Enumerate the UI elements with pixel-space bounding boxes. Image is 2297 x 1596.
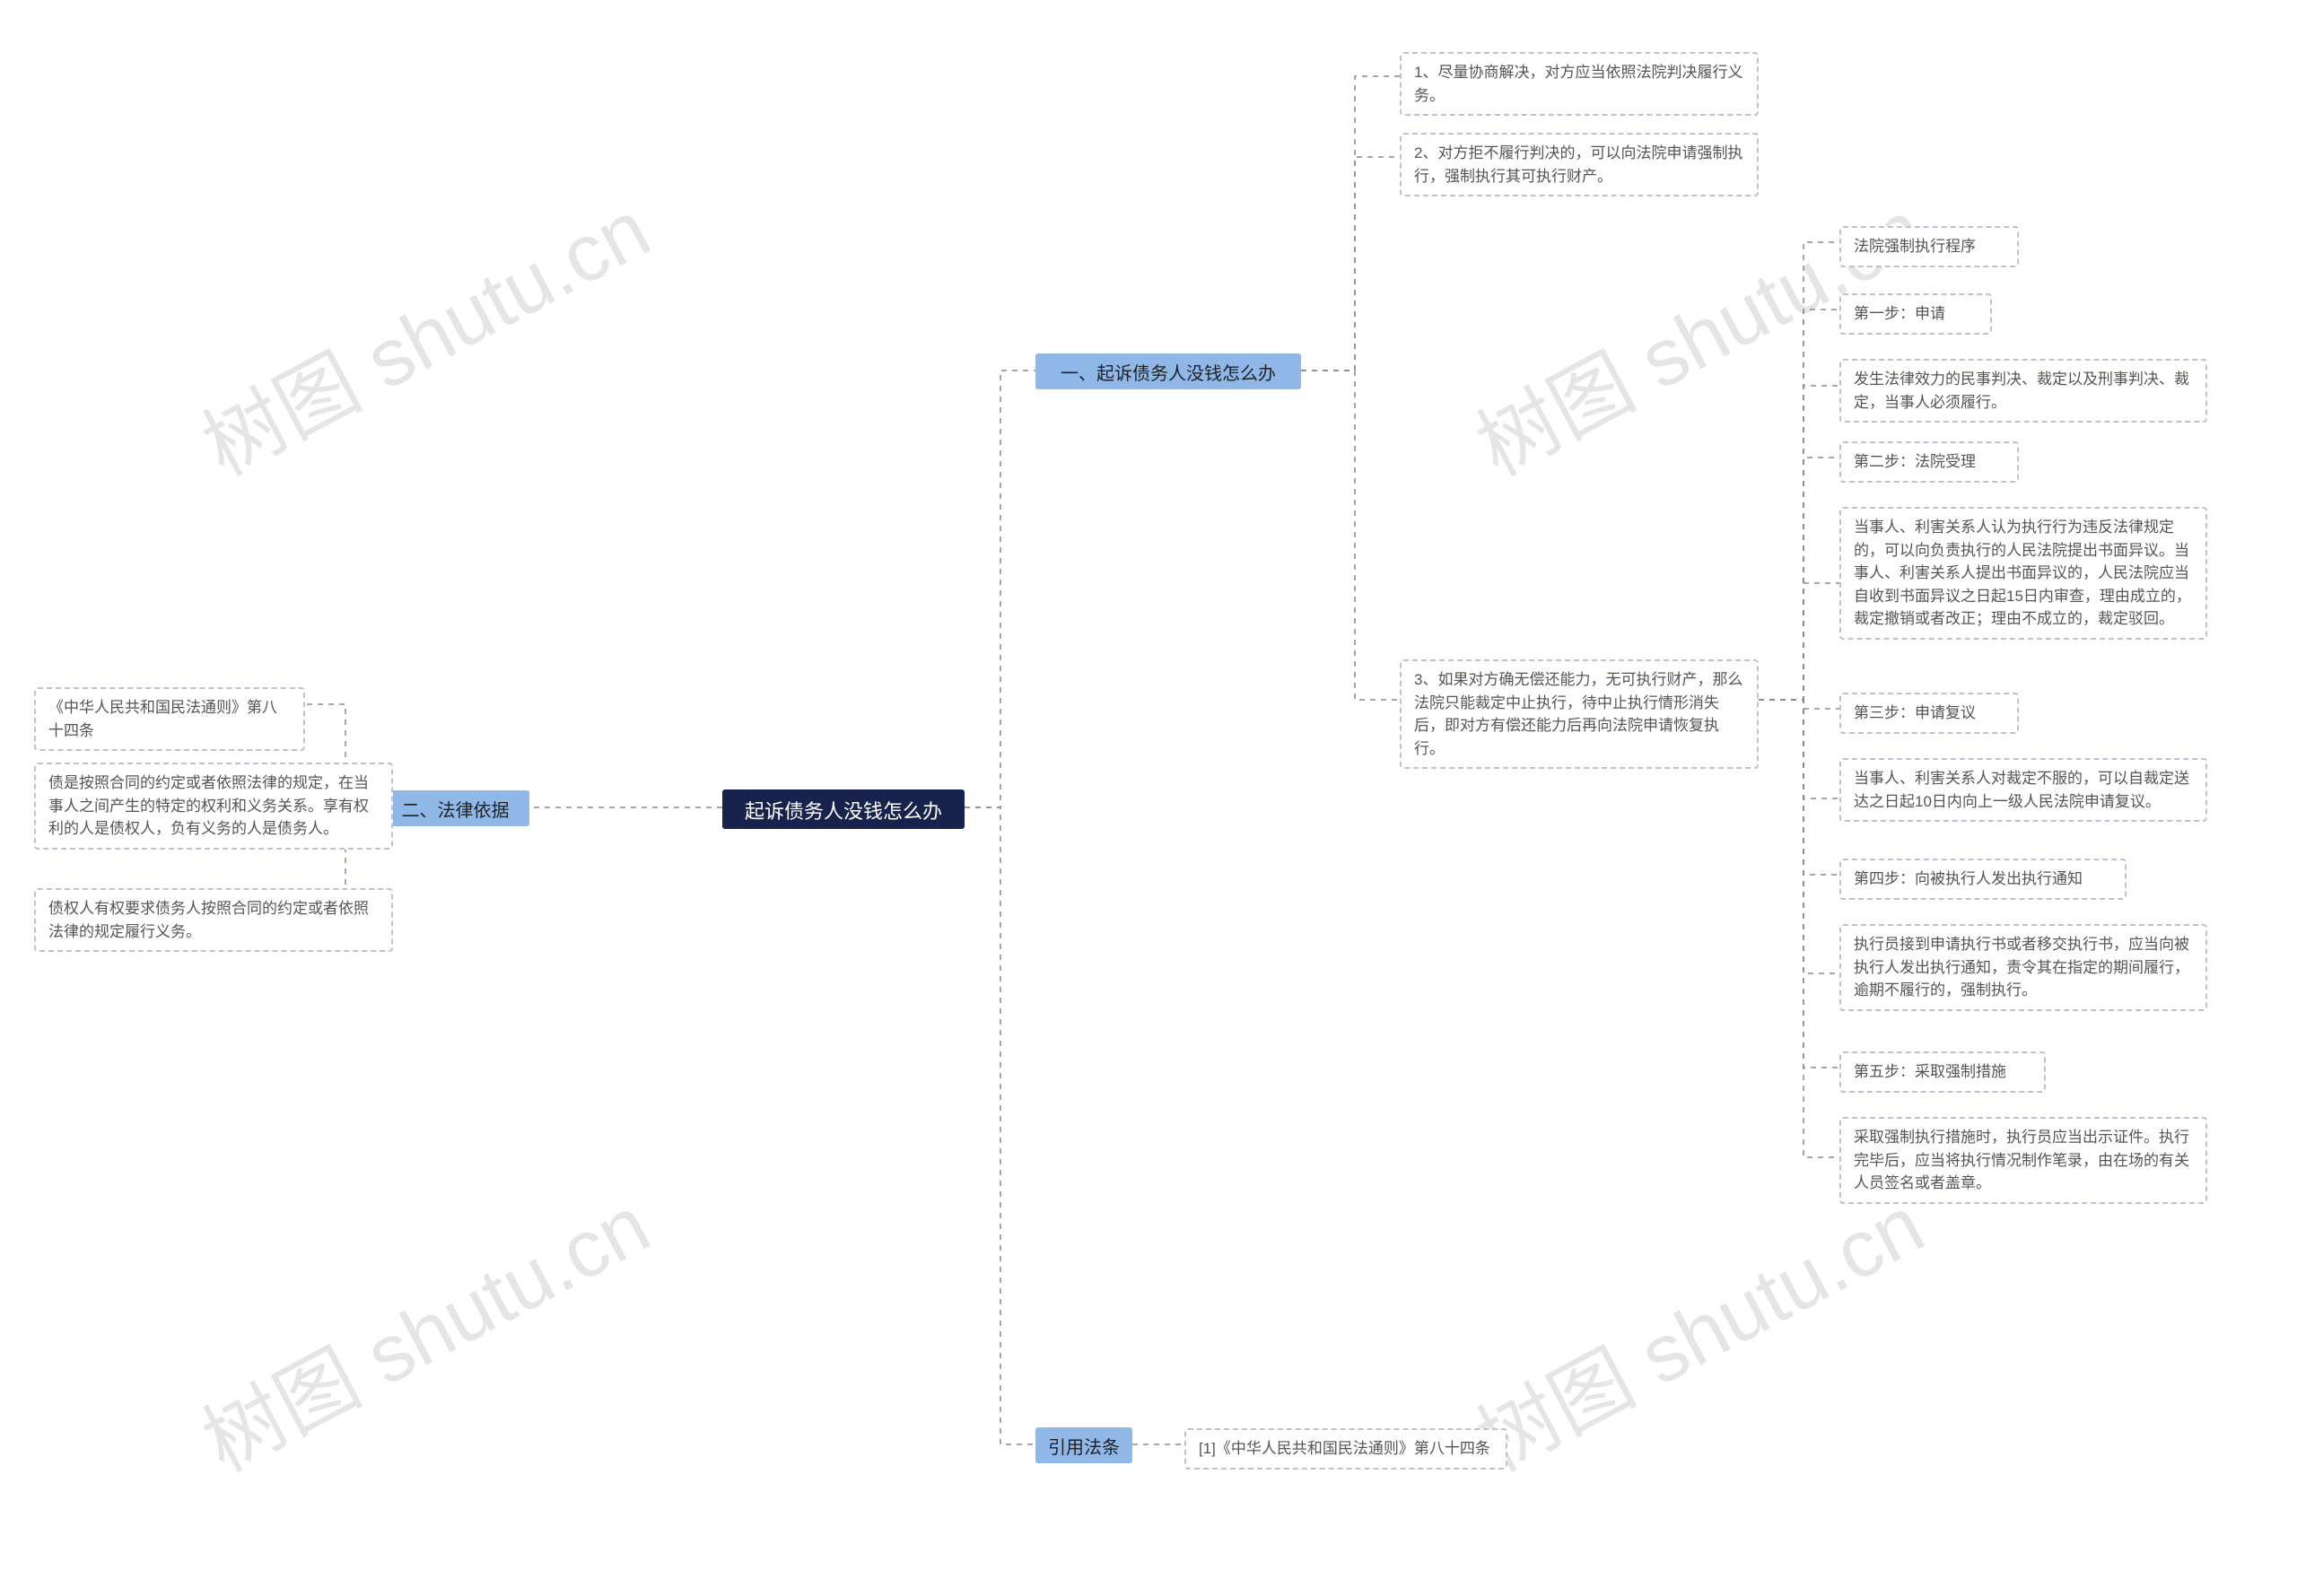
- watermark: 树图 shutu.cn: [179, 1161, 666, 1494]
- two-item-3: 债权人有权要求债务人按照合同的约定或者依照法律的规定履行义务。: [34, 888, 393, 952]
- step-header: 法院强制执行程序: [1839, 226, 2019, 267]
- step-5-detail: 采取强制执行措施时，执行员应当出示证件。执行完毕后，应当将执行情况制作笔录，由在…: [1839, 1117, 2207, 1204]
- step-3-detail: 当事人、利害关系人对裁定不服的，可以自裁定送达之日起10日内向上一级人民法院申请…: [1839, 758, 2207, 822]
- branch-one: 一、起诉债务人没钱怎么办: [1035, 353, 1301, 389]
- one-item-1: 1、尽量协商解决，对方应当依照法院判决履行义务。: [1400, 52, 1759, 116]
- branch-ref: 引用法条: [1035, 1427, 1132, 1463]
- step-1-detail: 发生法律效力的民事判决、裁定以及刑事判决、裁定，当事人必须履行。: [1839, 359, 2207, 423]
- two-item-2: 债是按照合同的约定或者依照法律的规定，在当事人之间产生的特定的权利和义务关系。享…: [34, 763, 393, 850]
- step-4-detail: 执行员接到申请执行书或者移交执行书，应当向被执行人发出执行通知，责令其在指定的期…: [1839, 924, 2207, 1011]
- ref-item-1: [1]《中华人民共和国民法通则》第八十四条: [1184, 1428, 1507, 1470]
- step-5: 第五步：采取强制措施: [1839, 1051, 2046, 1093]
- step-2: 第二步：法院受理: [1839, 441, 2019, 483]
- watermark: 树图 shutu.cn: [179, 165, 666, 498]
- step-4: 第四步：向被执行人发出执行通知: [1839, 859, 2127, 900]
- two-item-1: 《中华人民共和国民法通则》第八十四条: [34, 687, 305, 751]
- one-item-2: 2、对方拒不履行判决的，可以向法院申请强制执行，强制执行其可执行财产。: [1400, 133, 1759, 196]
- one-item-3: 3、如果对方确无偿还能力，无可执行财产，那么法院只能裁定中止执行，待中止执行情形…: [1400, 659, 1759, 769]
- watermark: 树图 shutu.cn: [1454, 1161, 1940, 1494]
- branch-two: 二、法律依据: [381, 790, 529, 826]
- root-node: 起诉债务人没钱怎么办: [722, 789, 965, 829]
- step-3: 第三步：申请复议: [1839, 693, 2019, 734]
- step-1: 第一步：申请: [1839, 293, 1992, 335]
- step-2-detail: 当事人、利害关系人认为执行行为违反法律规定的，可以向负责执行的人民法院提出书面异…: [1839, 507, 2207, 640]
